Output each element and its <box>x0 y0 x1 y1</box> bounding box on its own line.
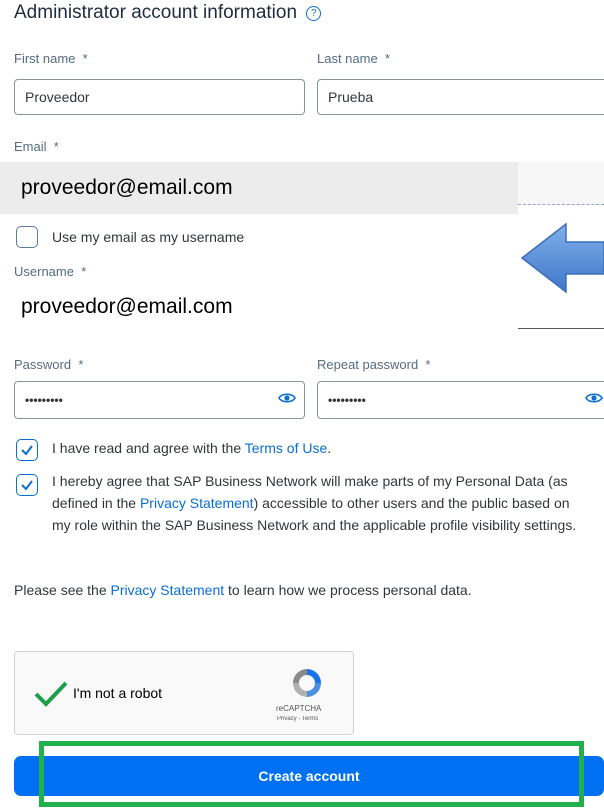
repeat-password-label: Repeat password * <box>317 357 431 372</box>
terms-checkbox[interactable] <box>16 439 38 461</box>
help-circle-icon[interactable]: ? <box>306 6 322 21</box>
privacy-statement-link-2[interactable]: Privacy Statement <box>111 582 225 598</box>
eye-icon[interactable] <box>278 391 296 405</box>
arrow-left-icon <box>520 222 604 294</box>
highlight-box <box>39 741 584 807</box>
last-name-input[interactable]: Prueba <box>317 79 604 115</box>
username-label: Username * <box>14 264 87 279</box>
terms-of-use-link[interactable]: Terms of Use <box>245 440 327 456</box>
recaptcha-logo-icon <box>293 669 321 697</box>
terms-label: I have read and agree with the Terms of … <box>52 440 332 456</box>
last-name-label: Last name * <box>317 51 390 66</box>
use-email-label: Use my email as my username <box>52 229 245 245</box>
email-input-edge <box>518 162 604 205</box>
recaptcha-label: I'm not a robot <box>73 685 163 701</box>
eye-icon[interactable] <box>585 391 603 405</box>
first-name-input[interactable]: Proveedor <box>14 79 305 115</box>
username-value: proveedor@email.com <box>21 295 233 318</box>
email-value: proveedor@email.com <box>21 176 233 199</box>
password-label: Password * <box>14 357 84 372</box>
username-input[interactable] <box>518 292 604 329</box>
repeat-password-input[interactable]: ••••••••• <box>317 381 604 419</box>
section-title: Administrator account information ? <box>14 2 322 24</box>
recaptcha-widget[interactable]: I'm not a robot reCAPTCHA Privacy - Term… <box>14 651 354 735</box>
checkmark-icon <box>21 445 33 456</box>
privacy-statement-link[interactable]: Privacy Statement <box>140 495 254 511</box>
checkmark-icon <box>21 480 33 491</box>
first-name-label: First name * <box>14 51 88 66</box>
email-label: Email * <box>14 139 59 154</box>
recaptcha-brand: reCAPTCHA <box>276 704 322 713</box>
privacy-note: Please see the Privacy Statement to lear… <box>14 582 472 598</box>
privacy-consent-checkbox[interactable] <box>16 474 38 496</box>
use-email-checkbox[interactable] <box>16 226 38 248</box>
recaptcha-footer[interactable]: Privacy - Terms <box>277 716 341 722</box>
checkmark-icon[interactable] <box>33 680 69 708</box>
privacy-consent-label: I hereby agree that SAP Business Network… <box>52 473 577 533</box>
password-input[interactable]: ••••••••• <box>14 381 305 419</box>
